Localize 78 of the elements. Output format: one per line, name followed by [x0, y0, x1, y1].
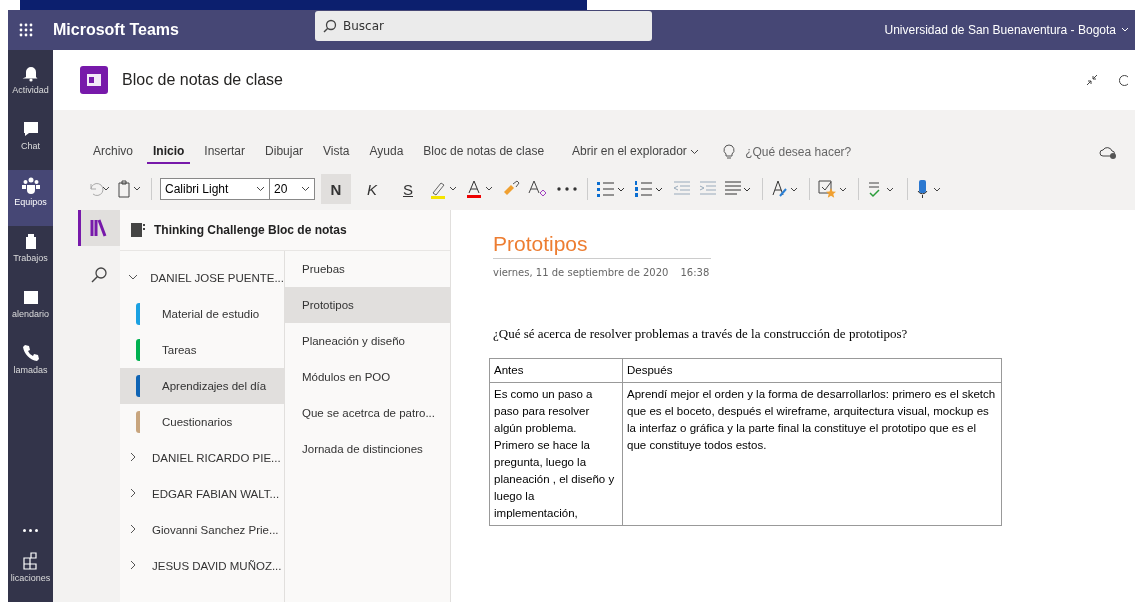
caret-icon [301, 186, 310, 192]
ribbon-tab[interactable]: Dibujar [259, 140, 310, 164]
section-group[interactable]: EDGAR FABIAN WALT... [120, 476, 284, 512]
calendar-icon [21, 288, 40, 306]
section-group[interactable]: JESUS DAVID MUÑOZ... [120, 548, 284, 584]
notebooks-icon[interactable] [78, 210, 120, 246]
search-icon [323, 19, 337, 33]
paste-icon[interactable] [117, 180, 143, 198]
rail-item[interactable]: alendario [8, 282, 53, 338]
ribbon-tab[interactable]: Archivo [87, 140, 139, 164]
open-in-button[interactable]: Abrir en el explorador [566, 140, 706, 164]
organization-menu[interactable]: Universidad de San Buenaventura - Bogota [884, 23, 1121, 37]
page-item[interactable]: Pruebas [285, 251, 450, 287]
table-header: Después [622, 358, 1002, 383]
ribbon-tab[interactable]: Vista [317, 140, 356, 164]
page-item[interactable]: Que se acetrca de patro... [285, 395, 450, 431]
lightbulb-icon [723, 144, 736, 160]
section-item[interactable]: Aprendizajes del día [120, 368, 284, 404]
notebook-app-icon [80, 66, 108, 94]
ribbon-tab[interactable]: Ayuda [363, 140, 410, 164]
note-time: 16:38 [680, 267, 710, 278]
section-group[interactable]: Giovanni Sanchez Prie... [120, 512, 284, 548]
ribbon-tab[interactable]: Bloc de notas de clase [417, 140, 551, 164]
apps-icon [21, 552, 40, 570]
notebook-title: Thinking Challenge Bloc de notas [154, 223, 347, 237]
rail-item[interactable]: Trabajos [8, 226, 53, 282]
more-options-icon[interactable] [555, 186, 579, 192]
chevron-icon [128, 488, 138, 498]
section-item[interactable]: Material de estudio [120, 296, 284, 332]
phone-icon [21, 344, 40, 362]
page-item[interactable]: Planeación y diseño [285, 323, 450, 359]
table-header: Antes [489, 358, 623, 383]
question-text: ¿Qué sé acerca de resolver problemas a través de la construcción de prototipos? [493, 326, 909, 342]
underline-button[interactable]: S [393, 174, 423, 204]
table-cell: Aprendí mejor el orden y la forma de desarrollarlos: primero es el sketch que es el boceto, después el wireframe, arquitectura visual, mockup es la interfaz o gráfica y la parte final la constituye el prototipo que es el que constituye todos estos. [622, 382, 1002, 526]
chevron-icon [128, 524, 138, 534]
page-title: Bloc de notas de clase [122, 71, 284, 89]
caret-icon[interactable] [1121, 27, 1129, 33]
caret-icon [256, 186, 265, 192]
notebook-icon [130, 222, 146, 238]
chevron-icon [128, 272, 138, 282]
page-item[interactable]: Módulos en POO [285, 359, 450, 395]
section-item[interactable]: Cuestionarios [120, 404, 284, 440]
app-launcher-icon[interactable] [19, 23, 33, 37]
ribbon-tab[interactable]: Inicio [147, 140, 191, 164]
section-item[interactable]: Tareas [120, 332, 284, 368]
rail-item[interactable]: Actividad [8, 58, 53, 114]
italic-button[interactable]: K [357, 174, 387, 204]
bell-icon [21, 64, 40, 82]
bold-button[interactable]: N [321, 174, 351, 204]
section-group[interactable]: DANIEL RICARDO PIE... [120, 440, 284, 476]
section-group[interactable]: DANIEL JOSE PUENTE... [120, 260, 284, 296]
clear-format-icon[interactable] [527, 179, 549, 199]
rail-item[interactable]: licaciones [8, 546, 53, 602]
font-size-field[interactable]: 20 [269, 178, 315, 200]
rail-item[interactable]: Chat [8, 114, 53, 170]
collapse-icon[interactable] [1085, 73, 1099, 87]
font-name-field[interactable]: Calibri Light [160, 178, 270, 200]
rail-item[interactable]: lamadas [8, 338, 53, 394]
search-icon[interactable] [90, 266, 108, 284]
chevron-icon [128, 452, 138, 462]
chat-icon [21, 120, 40, 138]
note-date: viernes, 11 de septiembre de 2020 [493, 267, 669, 278]
chevron-icon [128, 560, 138, 570]
refresh-icon[interactable] [1119, 73, 1129, 87]
rail-item[interactable]: Equipos [8, 170, 53, 226]
caret-icon [690, 149, 700, 155]
ribbon-tab[interactable]: Insertar [198, 140, 252, 164]
app-title: Microsoft Teams [53, 21, 180, 39]
page-item[interactable]: Prototipos [285, 287, 450, 323]
note-title: Prototipos [493, 232, 711, 259]
font-color-icon[interactable] [465, 179, 495, 199]
search-field[interactable]: Buscar [315, 11, 652, 41]
tell-me-field[interactable]: ¿Qué desea hacer? [743, 144, 998, 160]
cloud-icon[interactable] [1099, 145, 1117, 159]
page-item[interactable]: Jornada de distinciones [285, 431, 450, 467]
people-icon [21, 176, 40, 194]
table-cell: Es como un paso a paso para resolver algún problema. Primero se hace la pregunta, luego la planeación , el diseño y luego la implementación, [489, 382, 623, 526]
